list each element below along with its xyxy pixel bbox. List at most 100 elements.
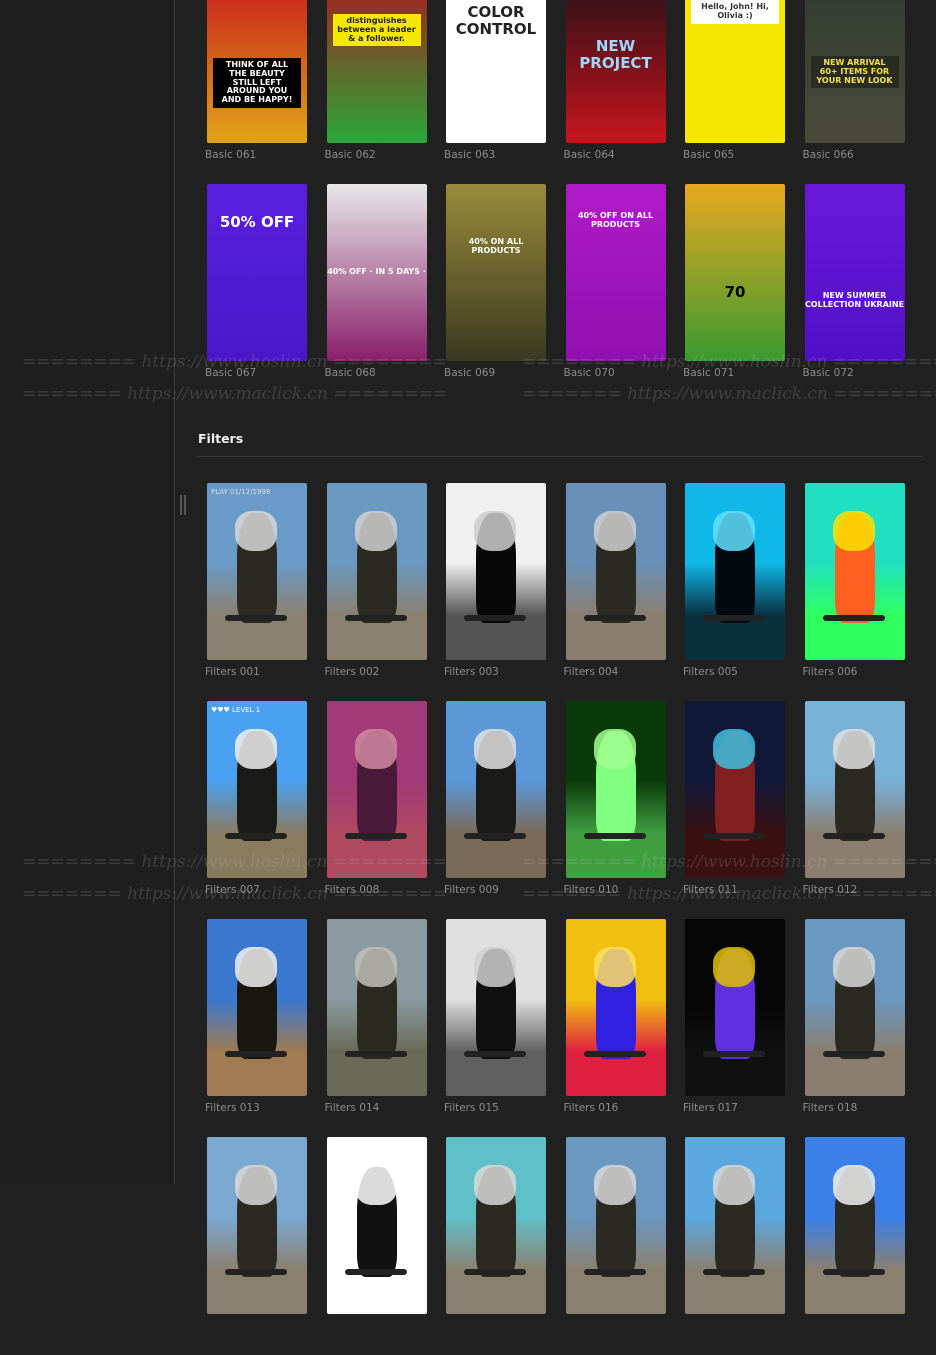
template-item[interactable]: NEW PROJECT Basic 064	[564, 0, 666, 184]
filter-thumbnail[interactable]: ♥♥♥ LEVEL 1	[207, 701, 307, 878]
filter-thumbnail[interactable]	[326, 919, 427, 1096]
skateboard	[464, 1269, 526, 1275]
template-thumbnail[interactable]: NEW PROJECT	[565, 0, 666, 143]
template-thumbnail[interactable]: NEW ARRIVAL 60+ ITEMS FOR YOUR NEW LOOK	[804, 0, 905, 143]
template-item[interactable]: distinguishes between a leader & a follo…	[325, 0, 427, 184]
thumbnail-caption: NEW SUMMER COLLECTION UKRAINE	[804, 291, 905, 309]
filter-item[interactable]: Filters 015	[444, 919, 546, 1137]
filter-thumbnail[interactable]	[565, 483, 666, 660]
template-thumbnail[interactable]: NEW SUMMER COLLECTION UKRAINE	[804, 184, 905, 361]
skateboard	[703, 1051, 765, 1057]
skater-shirt	[474, 511, 516, 551]
skateboard	[703, 615, 765, 621]
filter-item[interactable]: Filters 012	[803, 701, 905, 919]
filter-item[interactable]: Filters 011	[683, 701, 785, 919]
filter-thumbnail[interactable]	[685, 1137, 785, 1314]
filter-thumbnail[interactable]	[446, 483, 546, 660]
filter-label: Filters 015	[444, 1102, 499, 1114]
panel-resize-handle[interactable]	[180, 495, 186, 515]
filter-thumbnail[interactable]	[804, 483, 905, 660]
template-item[interactable]: 70 Basic 071	[683, 184, 785, 402]
thumbnail-caption: 40% OFF · IN 5 DAYS ·	[327, 267, 426, 276]
skater-shirt	[354, 729, 397, 769]
filter-item[interactable]: Filters 004	[564, 483, 666, 701]
skater-shirt	[354, 1165, 397, 1205]
filter-thumbnail[interactable]	[565, 1137, 666, 1314]
skateboard	[822, 1269, 885, 1275]
skateboard	[344, 1269, 407, 1275]
template-item[interactable]: Hello, John! Hi, Olivia :) Basic 065	[683, 0, 785, 184]
skateboard	[583, 1269, 646, 1275]
filter-thumbnail[interactable]	[207, 919, 307, 1096]
filter-thumbnail[interactable]	[685, 483, 785, 660]
filter-label: Filters 017	[683, 1102, 738, 1114]
filter-item[interactable]: Filters 017	[683, 919, 785, 1137]
filter-item[interactable]	[446, 1137, 546, 1355]
filter-item[interactable]: Filters 018	[803, 919, 905, 1137]
filter-item[interactable]: ♥♥♥ LEVEL 1 Filters 007	[205, 701, 307, 919]
thumbnail-caption: 40% ON ALL PRODUCTS	[468, 237, 524, 255]
filter-thumbnail[interactable]	[446, 919, 546, 1096]
skater-shirt	[713, 1165, 755, 1205]
filter-label: Filters 002	[324, 666, 380, 678]
template-thumbnail[interactable]: Hello, John! Hi, Olivia :)	[685, 0, 785, 143]
skateboard	[822, 1051, 885, 1057]
template-thumbnail[interactable]: 70	[685, 184, 785, 361]
filter-item[interactable]: Filters 003	[444, 483, 546, 701]
filter-item[interactable]	[685, 1137, 785, 1355]
template-item[interactable]: 40% OFF ON ALL PRODUCTS Basic 070	[564, 184, 666, 402]
filter-thumbnail[interactable]	[685, 919, 785, 1096]
template-item[interactable]: THINK OF ALL THE BEAUTY STILL LEFT AROUN…	[205, 0, 307, 184]
template-thumbnail[interactable]: COLOR CONTROL	[446, 0, 546, 143]
filter-item[interactable]: Filters 006	[803, 483, 905, 701]
filter-item[interactable]: Filters 010	[564, 701, 666, 919]
filter-item[interactable]	[565, 1137, 666, 1355]
filter-thumbnail[interactable]	[207, 1137, 307, 1314]
skateboard	[225, 833, 287, 839]
filter-item[interactable]	[326, 1137, 427, 1355]
filter-thumbnail[interactable]	[326, 701, 427, 878]
filter-item[interactable]: PLAY 01/12/1998 Filters 001	[205, 483, 307, 701]
template-thumbnail[interactable]: 40% OFF · IN 5 DAYS ·	[326, 184, 427, 361]
template-item[interactable]: COLOR CONTROL Basic 063	[444, 0, 546, 184]
filter-thumbnail[interactable]	[326, 1137, 427, 1314]
filter-item[interactable]: Filters 013	[205, 919, 307, 1137]
skater-shirt	[235, 1165, 277, 1205]
filter-item[interactable]: Filters 014	[325, 919, 427, 1137]
template-item[interactable]: 40% ON ALL PRODUCTS Basic 069	[444, 184, 546, 402]
skater-shirt	[235, 947, 277, 987]
template-item[interactable]: NEW SUMMER COLLECTION UKRAINE Basic 072	[803, 184, 905, 402]
skateboard	[344, 833, 407, 839]
filter-thumbnail[interactable]	[804, 701, 905, 878]
thumbnail-caption: 40% OFF ON ALL PRODUCTS	[577, 211, 654, 229]
filter-thumbnail[interactable]	[446, 1137, 546, 1314]
template-thumbnail[interactable]: 40% OFF ON ALL PRODUCTS	[565, 184, 666, 361]
template-label: Basic 066	[802, 149, 854, 161]
template-thumbnail[interactable]: 50% OFF	[207, 184, 307, 361]
filter-thumbnail[interactable]: PLAY 01/12/1998	[207, 483, 307, 660]
template-item[interactable]: 40% OFF · IN 5 DAYS · Basic 068	[325, 184, 427, 402]
template-thumbnail[interactable]: THINK OF ALL THE BEAUTY STILL LEFT AROUN…	[207, 0, 307, 143]
filter-label: Filters 008	[324, 884, 380, 896]
skater-shirt	[235, 511, 277, 551]
sidebar-panel	[0, 0, 175, 1184]
filter-item[interactable]: Filters 008	[324, 701, 427, 919]
filter-thumbnail[interactable]	[804, 919, 905, 1096]
filter-item[interactable]: Filters 002	[324, 483, 427, 701]
skateboard	[225, 1051, 287, 1057]
filter-thumbnail[interactable]	[565, 919, 666, 1096]
template-thumbnail[interactable]: distinguishes between a leader & a follo…	[326, 0, 427, 143]
filter-item[interactable]: Filters 009	[444, 701, 546, 919]
filter-thumbnail[interactable]	[326, 483, 427, 660]
filter-item[interactable]	[207, 1137, 307, 1355]
filter-thumbnail[interactable]	[804, 1137, 905, 1314]
template-thumbnail[interactable]: 40% ON ALL PRODUCTS	[446, 184, 546, 361]
template-item[interactable]: NEW ARRIVAL 60+ ITEMS FOR YOUR NEW LOOK B…	[802, 0, 905, 184]
filter-item[interactable]	[804, 1137, 905, 1355]
filter-thumbnail[interactable]	[685, 701, 785, 878]
filter-thumbnail[interactable]	[565, 701, 666, 878]
filter-item[interactable]: Filters 005	[683, 483, 785, 701]
template-item[interactable]: 50% OFF Basic 067	[205, 184, 307, 402]
filter-thumbnail[interactable]	[446, 701, 546, 878]
filter-item[interactable]: Filters 016	[564, 919, 666, 1137]
